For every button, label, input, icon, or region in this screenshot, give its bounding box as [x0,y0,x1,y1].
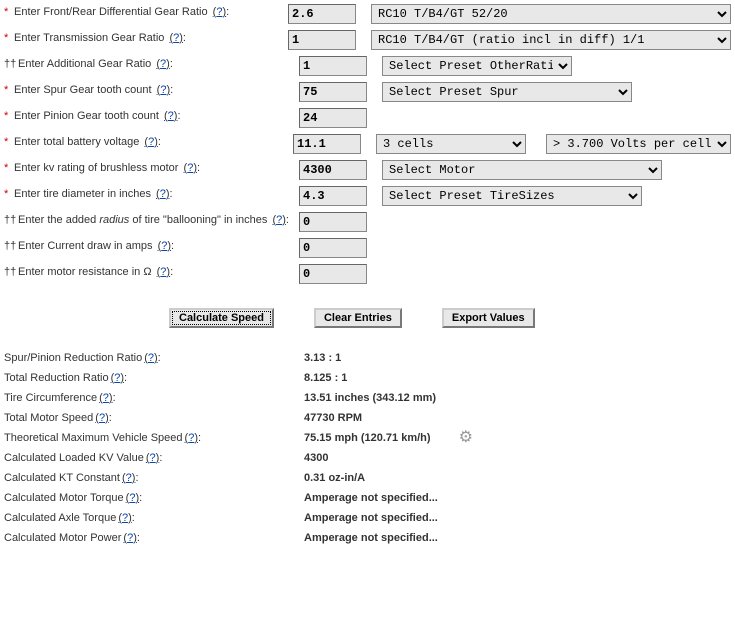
input-tire-dia[interactable] [299,186,367,206]
select-motor-preset[interactable]: Select Motor [382,160,662,180]
help-icon[interactable]: ? [126,492,139,504]
help-icon[interactable]: ? [157,84,170,96]
required-marker: * [4,110,14,122]
help-icon[interactable]: ? [122,472,135,484]
select-spur-preset[interactable]: Select Preset Spur [382,82,632,102]
input-spur[interactable] [299,82,367,102]
value-rpm: 47730 RPM [304,412,362,424]
input-voltage[interactable] [293,134,361,154]
optional-marker: †† [4,240,18,252]
help-icon[interactable]: ? [144,352,157,364]
input-kv[interactable] [299,160,367,180]
help-icon[interactable]: ? [95,412,108,424]
input-current[interactable] [299,238,367,258]
help-icon[interactable]: ? [156,188,169,200]
row-kv: * Enter kv rating of brushless motor ?: … [4,160,731,180]
row-pinion: * Enter Pinion Gear tooth count ?: [4,108,731,128]
row-diff-ratio: * Enter Front/Rear Differential Gear Rat… [4,4,731,24]
required-marker: * [4,84,14,96]
required-marker: * [4,6,14,18]
gear-icon: ⚙ [459,432,473,444]
value-spur-pinion: 3.13 : 1 [304,352,341,364]
label-resistance: Enter motor resistance in Ω ?: [18,266,175,278]
required-marker: * [4,32,14,44]
clear-button[interactable]: Clear Entries [314,308,402,328]
select-trans-preset[interactable]: RC10 T/B4/GT (ratio incl in diff) 1/1 [371,30,731,50]
row-current: †† Enter Current draw in amps ?: [4,238,731,258]
input-trans-ratio[interactable] [288,30,356,50]
required-marker: * [4,162,14,174]
required-marker: * [4,136,14,148]
value-motor-tq: Amperage not specified... [304,492,438,504]
help-icon[interactable]: ? [111,372,124,384]
help-icon[interactable]: ? [156,58,169,70]
select-volts-per-cell[interactable]: > 3.700 Volts per cell [546,134,731,154]
value-kt: 0.31 oz-in/A [304,472,365,484]
value-max-speed: 75.15 mph (120.71 km/h) [304,432,431,444]
select-tire-preset[interactable]: Select Preset TireSizes [382,186,642,206]
help-icon[interactable]: ? [99,392,112,404]
row-trans-ratio: * Enter Transmission Gear Ratio ?: RC10 … [4,30,731,50]
label-addl-ratio: Enter Additional Gear Ratio ?: [18,58,175,70]
select-cells[interactable]: 3 cells [376,134,526,154]
row-resistance: †† Enter motor resistance in Ω ?: [4,264,731,284]
optional-marker: †† [4,266,18,278]
input-balloon[interactable] [299,212,367,232]
help-icon[interactable]: ? [184,162,197,174]
input-pinion[interactable] [299,108,367,128]
label-pinion: Enter Pinion Gear tooth count ?: [14,110,183,122]
row-tire-dia: * Enter tire diameter in inches ?: Selec… [4,186,731,206]
row-spur: * Enter Spur Gear tooth count ?: Select … [4,82,731,102]
required-marker: * [4,188,14,200]
label-voltage: Enter total battery voltage ?: [14,136,163,148]
optional-marker: †† [4,214,18,226]
help-icon[interactable]: ? [146,452,159,464]
result-rpm: Total Motor Speed ?: 47730 RPM [4,412,731,424]
select-diff-preset[interactable]: RC10 T/B4/GT 52/20 [371,4,731,24]
help-icon[interactable]: ? [157,266,170,278]
help-icon[interactable]: ? [185,432,198,444]
label-tire-dia: Enter tire diameter in inches ?: [14,188,175,200]
result-motor-tq: Calculated Motor Torque ?: Amperage not … [4,492,731,504]
row-voltage: * Enter total battery voltage ?: 3 cells… [4,134,731,154]
row-addl-ratio: †† Enter Additional Gear Ratio ?: Select… [4,56,731,76]
result-axle-tq: Calculated Axle Torque ?: Amperage not s… [4,512,731,524]
result-spur-pinion: Spur/Pinion Reduction Ratio ?: 3.13 : 1 [4,352,731,364]
label-balloon: Enter the added radius of tire "ballooni… [18,214,291,226]
value-axle-tq: Amperage not specified... [304,512,438,524]
label-diff-ratio: Enter Front/Rear Differential Gear Ratio… [14,6,231,18]
optional-marker: †† [4,58,18,70]
help-icon[interactable]: ? [164,110,177,122]
result-kt: Calculated KT Constant ?: 0.31 oz-in/A [4,472,731,484]
value-motor-pw: Amperage not specified... [304,532,438,544]
result-total-red: Total Reduction Ratio ?: 8.125 : 1 [4,372,731,384]
input-diff-ratio[interactable] [288,4,356,24]
help-icon[interactable]: ? [118,512,131,524]
value-circ: 13.51 inches (343.12 mm) [304,392,436,404]
label-trans-ratio: Enter Transmission Gear Ratio ?: [14,32,188,44]
row-balloon: †† Enter the added radius of tire "ballo… [4,212,731,232]
value-loaded-kv: 4300 [304,452,328,464]
input-resistance[interactable] [299,264,367,284]
help-icon[interactable]: ? [272,214,285,226]
input-addl-ratio[interactable] [299,56,367,76]
help-icon[interactable]: ? [213,6,226,18]
help-icon[interactable]: ? [144,136,157,148]
label-current: Enter Current draw in amps ?: [18,240,176,252]
help-icon[interactable]: ? [158,240,171,252]
label-spur: Enter Spur Gear tooth count ?: [14,84,175,96]
calculate-button[interactable]: Calculate Speed [169,308,274,328]
result-max-speed: Theoretical Maximum Vehicle Speed ?: 75.… [4,432,731,444]
export-button[interactable]: Export Values [442,308,535,328]
result-loaded-kv: Calculated Loaded KV Value ?: 4300 [4,452,731,464]
help-icon[interactable]: ? [123,532,136,544]
label-kv: Enter kv rating of brushless motor ?: [14,162,202,174]
select-addl-preset[interactable]: Select Preset OtherRatio [382,56,572,76]
value-total-red: 8.125 : 1 [304,372,347,384]
result-motor-pw: Calculated Motor Power ?: Amperage not s… [4,532,731,544]
result-circ: Tire Circumference ?: 13.51 inches (343.… [4,392,731,404]
button-row: Calculate Speed Clear Entries Export Val… [169,308,731,328]
help-icon[interactable]: ? [169,32,182,44]
